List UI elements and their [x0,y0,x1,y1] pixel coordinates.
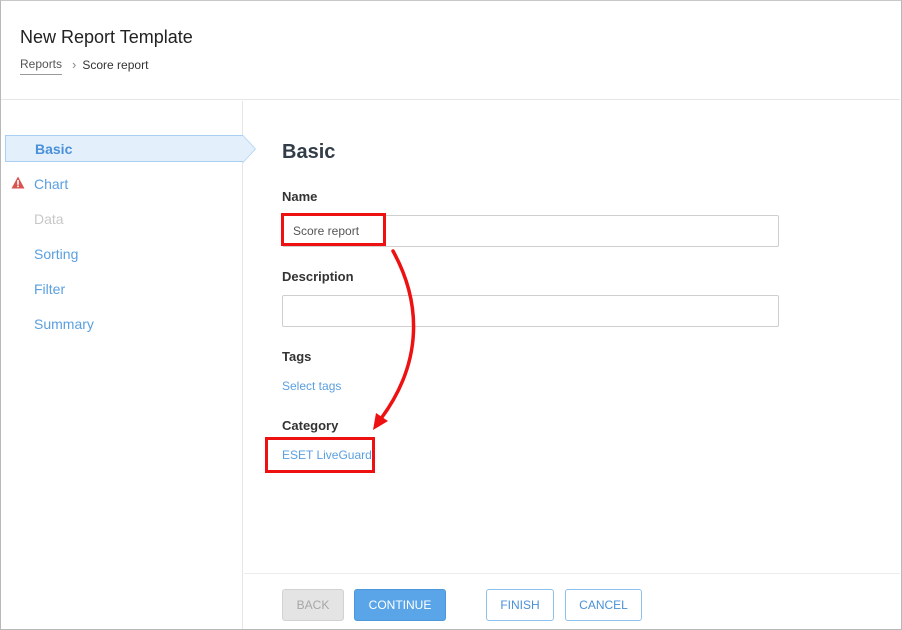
page-title: New Report Template [20,27,193,47]
category-label: Category [282,418,339,433]
sidebar-item-sorting[interactable]: Sorting [5,240,243,267]
back-button[interactable]: BACK [282,589,344,621]
sidebar-item-label: Filter [34,280,66,297]
sidebar-item-label: Sorting [34,245,79,262]
sidebar-item-label: Basic [35,140,73,157]
page-header: New Report Template Reports › Score repo… [1,1,900,100]
section-title: Basic [282,141,336,163]
sidebar-item-label: Chart [34,175,69,192]
sidebar-item-data: Data [5,205,243,232]
sidebar-item-chart[interactable]: Chart [5,170,243,197]
sidebar-item-summary[interactable]: Summary [5,310,243,337]
name-label: Name [282,189,318,204]
sidebar-item-filter[interactable]: Filter [5,275,243,302]
breadcrumb-reports-link[interactable]: Reports [20,57,63,75]
sidebar-item-basic[interactable]: Basic [5,135,256,163]
breadcrumb-current: Score report [82,57,149,72]
continue-button[interactable]: CONTINUE [354,589,446,621]
sidebar-item-label: Summary [34,315,94,332]
category-link[interactable]: ESET LiveGuard [282,448,372,462]
sidebar-item-label: Data [34,210,64,227]
wizard-footer: BACK CONTINUE FINISH CANCEL [244,573,900,629]
finish-button[interactable]: FINISH [486,589,554,621]
description-input[interactable] [282,295,779,327]
breadcrumb: Reports › Score report [20,57,148,75]
cancel-button[interactable]: CANCEL [565,589,642,621]
wizard-sidebar: Basic Chart Data Sorting Filter Summary [1,101,256,629]
tags-label: Tags [282,349,312,364]
select-tags-link[interactable]: Select tags [282,379,341,393]
warning-triangle-icon [11,176,25,189]
name-input[interactable] [282,215,779,247]
chevron-right-icon: › [72,57,77,72]
main-content: Basic Name Description Tags Select tags … [244,101,900,573]
description-label: Description [282,269,354,284]
